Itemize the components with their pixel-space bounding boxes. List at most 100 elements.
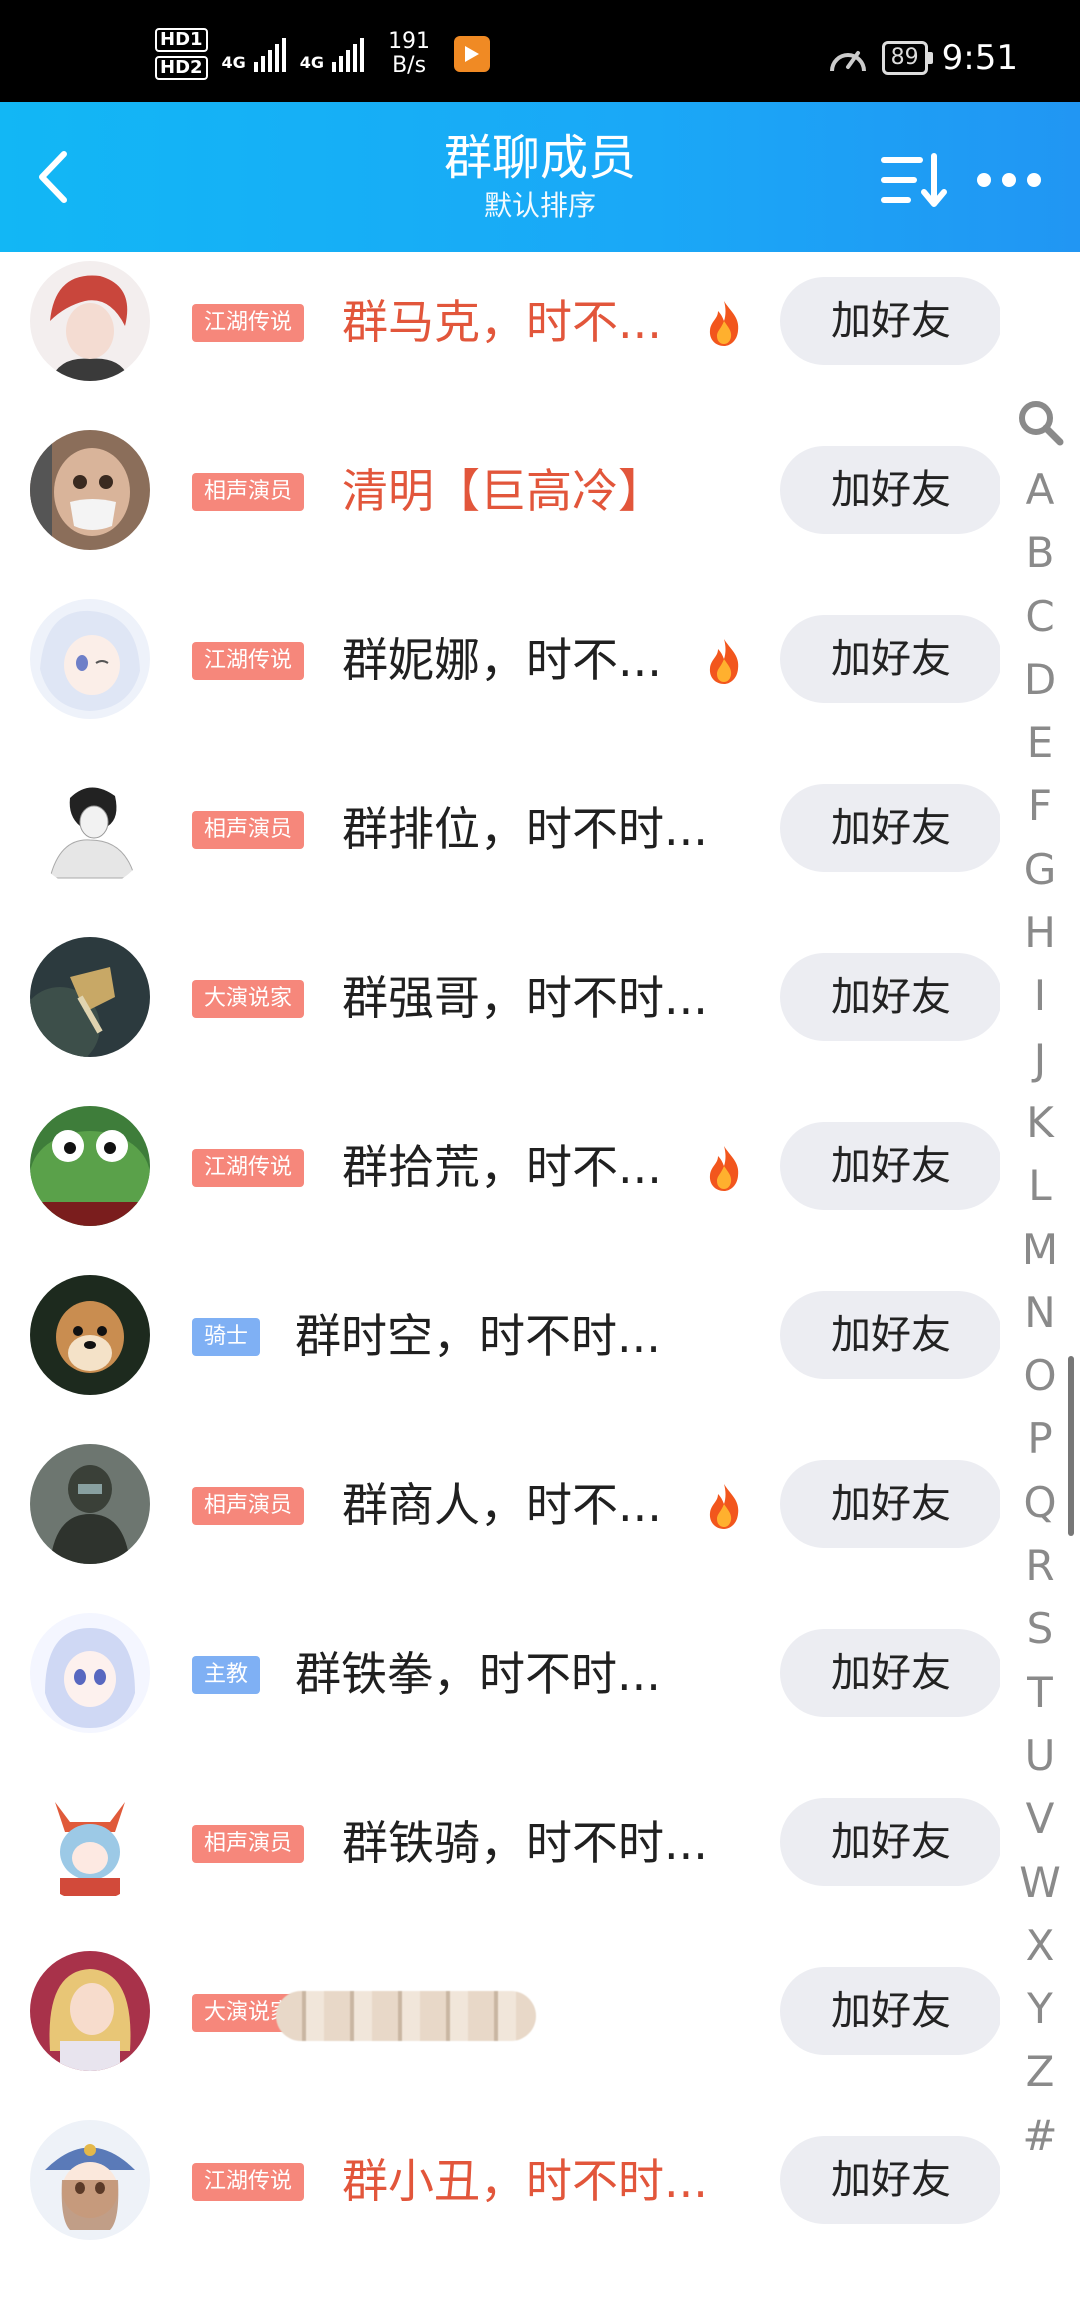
index-letter[interactable]: I [1010, 964, 1070, 1027]
member-row[interactable]: 江湖传说 群拾荒，时不... 加好友 [0, 1082, 1000, 1251]
add-friend-button[interactable]: 加好友 [780, 1460, 1000, 1548]
add-friend-button[interactable]: 加好友 [780, 1291, 1000, 1379]
index-letter[interactable]: # [1010, 2104, 1070, 2167]
index-letter[interactable]: W [1010, 1851, 1070, 1914]
fire-icon [704, 637, 744, 685]
avatar-dark-sky[interactable] [30, 937, 150, 1057]
sort-icon[interactable] [880, 150, 950, 210]
index-letter[interactable]: M [1010, 1218, 1070, 1281]
member-row[interactable]: 大演说家 群强哥，时不时... 加好友 [0, 913, 1000, 1082]
member-row[interactable]: 相声演员 群商人，时不... 加好友 [0, 1420, 1000, 1589]
member-name[interactable]: 群时空，时不时... [295, 1307, 661, 1365]
member-name[interactable]: 群铁骑，时不时... [342, 1814, 708, 1872]
index-letter[interactable]: J [1010, 1028, 1070, 1091]
avatar-anime-girl[interactable] [30, 599, 150, 719]
more-options-icon[interactable] [974, 162, 1044, 198]
add-friend-button[interactable]: 加好友 [780, 446, 1000, 534]
avatar-hat-girl[interactable] [30, 2120, 150, 2240]
member-name[interactable]: 群马克，时不... [342, 293, 662, 351]
index-letter[interactable]: N [1010, 1281, 1070, 1344]
member-row[interactable]: 骑士 群时空，时不时... 加好友 [0, 1251, 1000, 1420]
index-letter[interactable]: K [1010, 1091, 1070, 1154]
avatar-soldier[interactable] [30, 1444, 150, 1564]
fire-icon [704, 299, 744, 347]
member-name[interactable]: 群排位，时不时... [342, 800, 708, 858]
index-letter[interactable]: R [1010, 1534, 1070, 1597]
member-title-badge: 相声演员 [192, 1487, 305, 1525]
member-row[interactable]: 江湖传说 群妮娜，时不... 加好友 [0, 575, 1000, 744]
member-name[interactable]: 群铁拳，时不时... [295, 1645, 661, 1703]
app-notification-icon [454, 36, 491, 72]
member-row[interactable]: 相声演员 群排位，时不时... 加好友 [0, 744, 1000, 913]
signal-bars-icon [332, 36, 365, 72]
member-name[interactable]: 群小丑，时不时... [342, 2152, 708, 2210]
index-letter[interactable]: Y [1010, 1977, 1070, 2040]
add-friend-button[interactable]: 加好友 [780, 2136, 1000, 2224]
alphabet-index-bar[interactable]: A B C D E F G H I J K L M N O P Q R S T U V W X Y Z # [1010, 396, 1070, 2167]
member-name[interactable]: 群强哥，时不时... [342, 969, 708, 1027]
index-letter[interactable]: Q [1010, 1471, 1070, 1534]
search-icon[interactable] [1012, 396, 1068, 448]
add-friend-button[interactable]: 加好友 [780, 277, 1000, 365]
avatar-dog[interactable] [30, 1275, 150, 1395]
index-letter[interactable]: V [1010, 1787, 1070, 1850]
add-friend-button[interactable]: 加好友 [780, 784, 1000, 872]
member-row[interactable]: 相声演员 清明【巨高冷】 加好友 [0, 406, 1000, 575]
index-letter[interactable]: T [1010, 1661, 1070, 1724]
add-friend-button[interactable]: 加好友 [780, 615, 1000, 703]
index-letter[interactable]: P [1010, 1407, 1070, 1470]
index-letter[interactable]: U [1010, 1724, 1070, 1787]
scrollbar[interactable] [1068, 1356, 1074, 1536]
index-letter[interactable]: O [1010, 1344, 1070, 1407]
index-letter[interactable]: L [1010, 1154, 1070, 1217]
member-row[interactable]: 江湖传说 群马克，时不... 加好友 [0, 252, 1000, 406]
title-bar: 群聊成员 默认排序 [0, 102, 1080, 252]
index-letter[interactable]: E [1010, 711, 1070, 774]
index-letter[interactable]: S [1010, 1597, 1070, 1660]
member-row[interactable]: 主教 群铁拳，时不时... 加好友 [0, 1589, 1000, 1758]
index-letter[interactable]: G [1010, 838, 1070, 901]
member-title-badge: 江湖传说 [192, 642, 305, 680]
signal-bars-icon [253, 36, 286, 72]
avatar-masked-boy[interactable] [30, 430, 150, 550]
member-title-badge: 骑士 [192, 1318, 261, 1356]
speed-unit: B/s [392, 53, 427, 78]
member-name[interactable]: 群妮娜，时不... [342, 631, 662, 689]
index-letter[interactable]: H [1010, 901, 1070, 964]
avatar-blue-hair-girl[interactable] [30, 1613, 150, 1733]
member-row[interactable]: 江湖传说 群小丑，时不时... 加好友 [0, 2096, 1000, 2265]
signal-1: 4G [222, 36, 286, 72]
add-friend-button[interactable]: 加好友 [780, 953, 1000, 1041]
index-letter[interactable]: Z [1010, 2040, 1070, 2103]
index-letter[interactable]: F [1010, 774, 1070, 837]
member-name[interactable]: 群商人，时不... [342, 1476, 662, 1534]
member-title-badge: 江湖传说 [192, 304, 305, 342]
avatar-sketch-boy[interactable] [30, 768, 150, 888]
speed-value: 191 [388, 29, 431, 54]
add-friend-button[interactable]: 加好友 [780, 1798, 1000, 1886]
member-title-badge: 主教 [192, 1656, 261, 1694]
member-title-badge: 江湖传说 [192, 1149, 305, 1187]
speedometer-icon [829, 51, 866, 72]
add-friend-button[interactable]: 加好友 [780, 1967, 1000, 2055]
status-bar: HD1 HD2 4G 4G 191 B/s 89 9:51 [0, 0, 1080, 102]
member-name[interactable]: 群拾荒，时不... [342, 1138, 662, 1196]
battery-indicator: 89 [881, 41, 933, 75]
index-letter[interactable]: B [1010, 521, 1070, 584]
index-letter[interactable]: D [1010, 648, 1070, 711]
member-row[interactable]: 相声演员 群铁骑，时不时... 加好友 [0, 1758, 1000, 1927]
member-row[interactable]: 大演说家 加好友 [0, 1927, 1000, 2096]
avatar-chibi[interactable] [30, 1782, 150, 1902]
index-letter[interactable]: A [1010, 458, 1070, 521]
avatar-blonde[interactable] [30, 1951, 150, 2071]
network-type-2: 4G [299, 53, 325, 72]
member-name[interactable]: 清明【巨高冷】 [342, 462, 664, 520]
member-list[interactable]: 江湖传说 群马克，时不... 加好友 相声演员 清明【巨高冷】 加好友 江湖传说 群妮娜，时不… [0, 252, 1000, 2310]
add-friend-button[interactable]: 加好友 [780, 1122, 1000, 1210]
avatar-red-hair[interactable] [30, 261, 150, 381]
network-type-1: 4G [221, 53, 246, 72]
avatar-frog[interactable] [30, 1106, 150, 1226]
index-letter[interactable]: X [1010, 1914, 1070, 1977]
index-letter[interactable]: C [1010, 585, 1070, 648]
add-friend-button[interactable]: 加好友 [780, 1629, 1000, 1717]
